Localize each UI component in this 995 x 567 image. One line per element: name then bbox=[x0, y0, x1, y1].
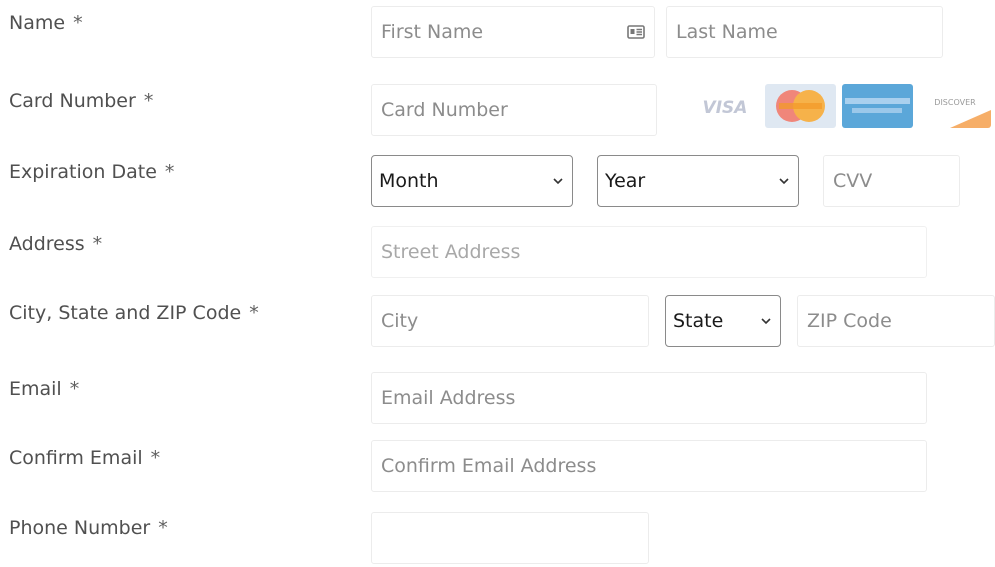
email-label-text: Email bbox=[9, 378, 62, 400]
email-placeholder: Email Address bbox=[381, 387, 516, 409]
expiration-month-select[interactable]: Month bbox=[371, 155, 573, 207]
chevron-down-icon bbox=[553, 178, 563, 185]
last-name-input[interactable]: Last Name bbox=[666, 6, 943, 58]
required-mark: * bbox=[164, 161, 175, 183]
chevron-down-icon bbox=[779, 178, 789, 185]
first-name-placeholder: First Name bbox=[381, 21, 484, 43]
required-mark: * bbox=[249, 302, 259, 324]
year-select-value: Year bbox=[605, 170, 646, 192]
first-name-input[interactable]: First Name bbox=[371, 6, 655, 58]
visa-card-text: VISA bbox=[703, 98, 748, 118]
confirm-email-label: Confirm Email * bbox=[9, 449, 160, 468]
email-input[interactable]: Email Address bbox=[371, 372, 927, 424]
zip-code-input[interactable]: ZIP Code bbox=[797, 295, 995, 347]
street-address-input[interactable]: Street Address bbox=[371, 226, 927, 278]
card-number-placeholder: Card Number bbox=[381, 99, 508, 121]
cvv-placeholder: CVV bbox=[833, 170, 873, 192]
required-mark: * bbox=[92, 233, 103, 255]
discover-card-text: DISCOVER bbox=[934, 98, 976, 107]
state-select[interactable]: State bbox=[665, 295, 781, 347]
contact-card-icon[interactable] bbox=[627, 24, 645, 40]
confirm-email-label-text: Confirm Email bbox=[9, 447, 143, 469]
expiration-date-label-text: Expiration Date bbox=[9, 161, 157, 183]
card-number-input[interactable]: Card Number bbox=[371, 84, 657, 136]
chevron-down-icon bbox=[761, 318, 771, 325]
visa-card-icon: VISA bbox=[690, 84, 761, 128]
confirm-email-input[interactable]: Confirm Email Address bbox=[371, 440, 927, 492]
required-mark: * bbox=[150, 447, 161, 469]
expiration-year-select[interactable]: Year bbox=[597, 155, 799, 207]
required-mark: * bbox=[69, 378, 80, 400]
zip-code-placeholder: ZIP Code bbox=[807, 310, 892, 332]
discover-card-icon: DISCOVER bbox=[920, 84, 991, 128]
address-label: Address * bbox=[9, 235, 102, 254]
city-state-zip-label: City, State and ZIP Code * bbox=[9, 304, 259, 323]
phone-number-label-text: Phone Number bbox=[9, 517, 151, 539]
last-name-placeholder: Last Name bbox=[676, 21, 778, 43]
required-mark: * bbox=[143, 90, 154, 112]
email-label: Email * bbox=[9, 380, 79, 399]
amex-card-icon bbox=[842, 84, 913, 128]
expiration-date-label: Expiration Date * bbox=[9, 163, 174, 182]
month-select-value: Month bbox=[379, 170, 439, 192]
required-mark: * bbox=[73, 12, 83, 34]
name-label: Name * bbox=[9, 14, 83, 33]
card-number-label: Card Number * bbox=[9, 92, 153, 111]
city-state-zip-label-text: City, State and ZIP Code bbox=[9, 302, 242, 324]
name-label-text: Name bbox=[9, 12, 66, 34]
card-number-label-text: Card Number bbox=[9, 90, 136, 112]
mastercard-card-icon bbox=[765, 84, 836, 128]
confirm-email-placeholder: Confirm Email Address bbox=[381, 455, 597, 477]
city-placeholder: City bbox=[381, 310, 419, 332]
required-mark: * bbox=[158, 517, 168, 539]
phone-number-label: Phone Number * bbox=[9, 519, 168, 538]
address-label-text: Address bbox=[9, 233, 85, 255]
phone-number-input[interactable] bbox=[371, 512, 649, 564]
street-address-placeholder: Street Address bbox=[381, 241, 521, 263]
state-select-value: State bbox=[673, 310, 724, 332]
cvv-input[interactable]: CVV bbox=[823, 155, 960, 207]
city-input[interactable]: City bbox=[371, 295, 649, 347]
